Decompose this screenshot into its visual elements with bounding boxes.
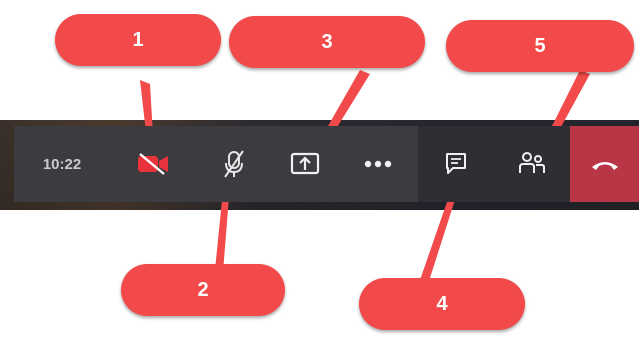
more-options-button[interactable] [338, 126, 418, 202]
video-camera-icon [138, 153, 168, 175]
call-duration: 10:22 [14, 126, 111, 202]
microphone-button[interactable] [196, 126, 272, 202]
chat-icon [446, 153, 466, 174]
participants-icon [519, 152, 545, 173]
participants-button[interactable] [494, 126, 570, 202]
call-timer: 10:22 [42, 155, 82, 173]
callout-1: 1 [55, 14, 221, 66]
share-screen-button[interactable] [272, 126, 338, 202]
callout-5: 5 [446, 20, 634, 72]
camera-button[interactable] [110, 126, 196, 202]
microphone-muted-icon [224, 150, 244, 178]
callout-4: 4 [359, 278, 525, 330]
share-screen-icon [290, 152, 320, 175]
callout-3: 3 [229, 16, 425, 68]
chat-button[interactable] [418, 126, 494, 202]
callout-2: 2 [121, 264, 285, 316]
more-options-icon [364, 160, 392, 168]
hang-up-icon [591, 162, 618, 170]
hang-up-button[interactable] [570, 126, 639, 202]
